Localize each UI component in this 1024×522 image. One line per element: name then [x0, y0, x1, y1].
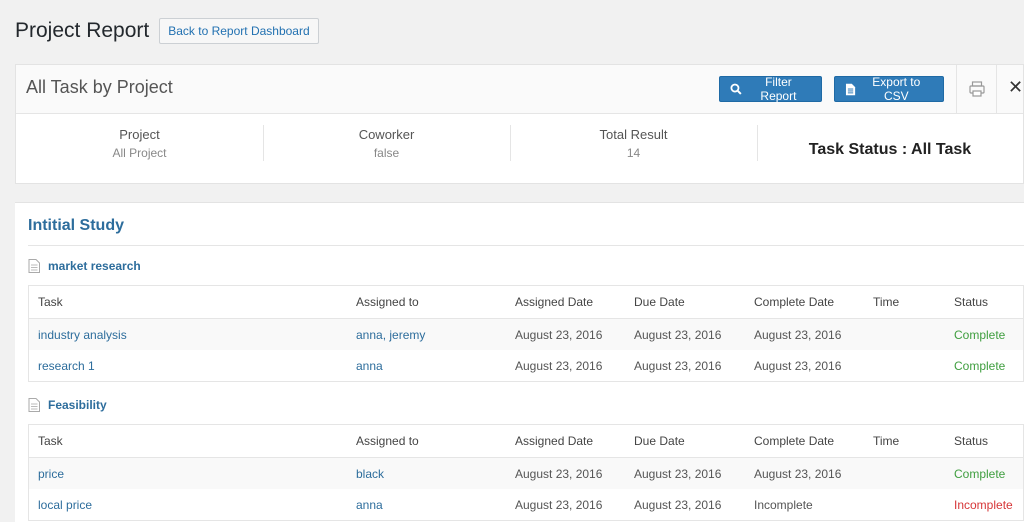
- column-header: Due Date: [625, 424, 745, 458]
- summary-value: false: [373, 146, 400, 160]
- table-header-row: Task Assigned to Assigned Date Due Date …: [28, 424, 1024, 458]
- complete-date: August 23, 2016: [754, 327, 842, 342]
- summary-project: Project All Project: [16, 113, 263, 185]
- status-badge: Complete: [954, 358, 1006, 373]
- project-title: Intitial Study: [28, 217, 124, 234]
- filter-report-button[interactable]: Filter Report: [719, 75, 822, 103]
- column-header: Status: [945, 285, 1024, 319]
- time-value: [864, 319, 945, 351]
- filter-report-label: Filter Report: [760, 75, 797, 103]
- assigned-date: August 23, 2016: [515, 327, 603, 342]
- summary-label: Project: [119, 127, 160, 142]
- summary-value: All Project: [112, 146, 167, 160]
- page-title: Project Report: [15, 19, 150, 42]
- table-row: local price anna August 23, 2016 August …: [28, 489, 1024, 521]
- print-icon[interactable]: [968, 80, 986, 98]
- report-panel: All Task by Project Filter Report Export…: [15, 64, 1024, 184]
- assigned-date: August 23, 2016: [515, 497, 603, 512]
- divider: [28, 245, 1024, 246]
- assignee-link[interactable]: anna: [347, 489, 506, 521]
- document-icon: [28, 398, 40, 412]
- task-link[interactable]: price: [29, 458, 348, 490]
- status-badge: Incomplete: [954, 497, 1013, 512]
- task-table: Task Assigned to Assigned Date Due Date …: [28, 424, 1024, 521]
- complete-date: Incomplete: [754, 497, 813, 512]
- column-header: Assigned to: [347, 424, 506, 458]
- export-csv-button[interactable]: Export to CSV: [834, 75, 944, 103]
- column-header: Assigned to: [347, 285, 506, 319]
- column-header: Due Date: [625, 285, 745, 319]
- assignee-link[interactable]: anna, jeremy: [347, 319, 506, 351]
- status-badge: Complete: [954, 327, 1006, 342]
- report-title: All Task by Project: [26, 77, 173, 97]
- column-header: Complete Date: [745, 285, 864, 319]
- summary-label: Total Result: [599, 127, 668, 142]
- task-link[interactable]: local price: [29, 489, 348, 521]
- document-icon: [28, 259, 40, 273]
- summary-value: 14: [626, 146, 641, 160]
- column-header: Time: [864, 424, 945, 458]
- column-header: Complete Date: [745, 424, 864, 458]
- column-header: Time: [864, 285, 945, 319]
- due-date: August 23, 2016: [634, 466, 722, 481]
- header-divider: [996, 65, 997, 113]
- complete-date: August 23, 2016: [754, 358, 842, 373]
- time-value: [864, 489, 945, 521]
- column-header: Status: [945, 424, 1024, 458]
- task-group-name[interactable]: Feasibility: [48, 398, 107, 412]
- close-icon[interactable]: ✕: [1008, 77, 1023, 98]
- task-group-name[interactable]: market research: [48, 259, 141, 273]
- assigned-date: August 23, 2016: [515, 466, 603, 481]
- summary-coworker: Coworker false: [263, 113, 510, 185]
- complete-date: August 23, 2016: [754, 466, 842, 481]
- task-link[interactable]: industry analysis: [29, 319, 348, 351]
- task-table: Task Assigned to Assigned Date Due Date …: [28, 285, 1024, 382]
- due-date: August 23, 2016: [634, 327, 722, 342]
- column-header: Task: [28, 285, 347, 319]
- assigned-date: August 23, 2016: [515, 358, 603, 373]
- table-row: industry analysis anna, jeremy August 23…: [28, 318, 1024, 351]
- time-value: [864, 458, 945, 490]
- status-badge: Complete: [954, 466, 1006, 481]
- column-header: Task: [28, 424, 347, 458]
- project-panel: Intitial Study market research Task Assi…: [15, 202, 1024, 522]
- due-date: August 23, 2016: [634, 358, 722, 373]
- table-header-row: Task Assigned to Assigned Date Due Date …: [28, 285, 1024, 319]
- task-group-header: Feasibility: [28, 398, 107, 412]
- summary-total: Total Result 14: [510, 113, 757, 185]
- back-to-dashboard-button[interactable]: Back to Report Dashboard: [159, 18, 319, 44]
- summary-label: Coworker: [358, 127, 415, 142]
- search-icon: [730, 83, 742, 95]
- assignee-link[interactable]: black: [347, 458, 506, 490]
- header-divider: [956, 65, 957, 113]
- column-header: Assigned Date: [506, 424, 625, 458]
- column-header: Assigned Date: [506, 285, 625, 319]
- table-row: research 1 anna August 23, 2016 August 2…: [28, 350, 1024, 382]
- report-summary: Project All Project Coworker false Total…: [16, 113, 1023, 185]
- assignee-link[interactable]: anna: [347, 350, 506, 382]
- report-panel-header: All Task by Project Filter Report Export…: [16, 65, 1023, 114]
- time-value: [864, 350, 945, 382]
- task-link[interactable]: research 1: [29, 350, 348, 382]
- document-icon: [845, 83, 856, 95]
- task-status: Task Status : All Task: [757, 113, 1023, 185]
- page-header: Project Report Back to Report Dashboard: [15, 17, 319, 45]
- table-row: price black August 23, 2016 August 23, 2…: [28, 457, 1024, 490]
- task-group-header: market research: [28, 259, 141, 273]
- export-csv-label: Export to CSV: [872, 75, 921, 103]
- due-date: August 23, 2016: [634, 497, 722, 512]
